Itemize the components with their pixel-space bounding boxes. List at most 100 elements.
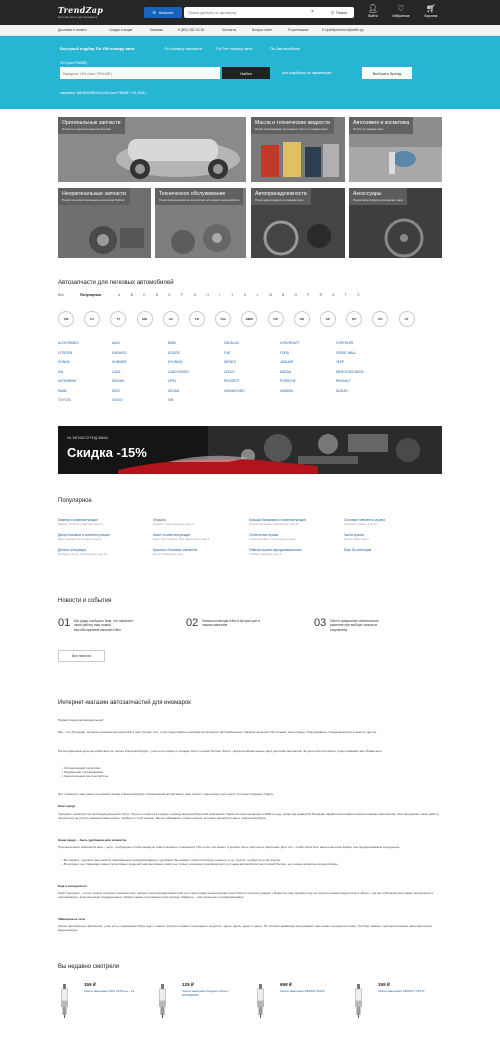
topnav-email[interactable]: Е.приобретатель@мейл.ру (322, 28, 364, 32)
brand-link[interactable]: NISSAN (112, 379, 124, 383)
brand-link[interactable]: HONDA (58, 360, 70, 364)
brand-logo[interactable]: PG (372, 311, 389, 327)
brand-link[interactable]: SEAT (112, 389, 120, 393)
brand-link[interactable]: SKODA (168, 389, 179, 393)
catalog-button[interactable]: ☰ Каталог (144, 7, 182, 18)
brand-link[interactable]: HUMMER (112, 360, 126, 364)
clear-icon[interactable]: × (311, 9, 314, 15)
brand-link[interactable]: MAZDA (280, 370, 291, 374)
brand-link[interactable]: CHEVROLET (280, 341, 299, 345)
brand-logo[interactable]: MB (136, 311, 153, 327)
alphabet-letter[interactable]: K (244, 293, 246, 297)
brand-link[interactable]: DAEWOO (112, 351, 127, 355)
brand-logo[interactable]: AU (162, 311, 179, 327)
recent-name[interactable]: Свеча зажигания DENSO IKH20 (280, 989, 340, 994)
cart-button[interactable]: 🛒︎ Корзина (420, 4, 442, 18)
recent-card[interactable]: 698 ₽ Свеча зажигания DENSO IKH20 (254, 980, 348, 1022)
brand-link[interactable]: SUZUKI (336, 389, 348, 393)
brand-link[interactable]: FIAT (224, 351, 231, 355)
tab-vehicle[interactable]: По Автомобилю (270, 46, 300, 51)
brand-link[interactable]: BMW (168, 341, 176, 345)
popular-item[interactable]: Обвесы кузова аэродинамические (249, 548, 302, 552)
brand-link[interactable]: GREAT WALL (336, 351, 356, 355)
tile-nonoriginal-parts[interactable]: Неоригинальные запчасти Поиск по неоригин… (58, 188, 151, 258)
popular-item[interactable]: Крылья и боковые элементы (153, 548, 197, 552)
popular-item[interactable]: Части кузова (344, 533, 364, 537)
brand-link[interactable]: JEEP (336, 360, 344, 364)
vin-find-button[interactable]: Найти (222, 67, 270, 79)
promo-banner[interactable]: НА ЗАПЧАСТИ ПОД ЗАКАЗ Скидка -15% (58, 426, 442, 474)
alphabet-letter[interactable]: D (156, 293, 158, 297)
brand-logo[interactable]: MT (346, 311, 363, 327)
brand-link[interactable]: VW (168, 398, 173, 402)
brand-logo[interactable]: TY (110, 311, 127, 327)
alphabet-letter[interactable]: N (282, 293, 284, 297)
brand-link[interactable]: INFINITI (224, 360, 236, 364)
brand-link[interactable]: MITSUBISHI (58, 379, 76, 383)
alphabet-letter[interactable]: J (231, 293, 233, 297)
alphabet-letter[interactable]: P (307, 293, 309, 297)
tile-maintenance[interactable]: Техническое обслуживание Поиск расходнико… (155, 188, 246, 258)
brand-link[interactable]: DODGE (168, 351, 180, 355)
recent-name[interactable]: Свеча зажигания DENSO TV16TT (378, 989, 438, 994)
brand-logo[interactable]: CT (398, 311, 415, 327)
brand-link[interactable]: FORD (280, 351, 289, 355)
alphabet-letter[interactable]: R (320, 293, 322, 297)
recent-name[interactable]: Свеча зажигания Peugeot-Citroen 96762891… (182, 989, 242, 998)
brand-logo[interactable]: SK (320, 311, 336, 327)
choose-brand-button[interactable]: Выбрать бренд (362, 67, 412, 79)
alphabet-letter[interactable]: Все (58, 293, 64, 297)
recent-card[interactable]: 155 ₽ Свеча зажигания NGK 1578 ecu - 19 (58, 980, 152, 1022)
brand-link[interactable]: LADA (112, 370, 120, 374)
vin-input[interactable] (60, 67, 220, 79)
tile-oils[interactable]: Масла и технические жидкости Поиск расход… (251, 117, 345, 182)
alphabet-letter[interactable]: T (345, 293, 347, 297)
alphabet-letter[interactable]: E (168, 293, 170, 297)
brand-link[interactable]: SUBARU (280, 389, 293, 393)
topnav-invite[interactable]: Я приглашаю (288, 28, 309, 32)
brand-link[interactable]: SAAB (58, 389, 67, 393)
all-news-button[interactable]: Все новости (58, 650, 105, 662)
tile-car-accessories[interactable]: Автопринадлежности Поиск аксессуаров по п… (251, 188, 345, 258)
brand-link[interactable]: ALFA ROMEO (58, 341, 79, 345)
news-item[interactable]: Новая коллекция Kähn's Шторм уже в нашем… (202, 619, 262, 628)
recent-name[interactable]: Свеча зажигания NGK 1578 ecu - 19 (84, 989, 144, 994)
brand-link[interactable]: CADILLAC (224, 341, 240, 345)
alphabet-letter[interactable]: I (219, 293, 220, 297)
alphabet-letter[interactable]: M (269, 293, 272, 297)
brand-link[interactable]: JAGUAR (280, 360, 293, 364)
search-button[interactable]: ⚲ Поиск (324, 7, 354, 18)
brand-link[interactable]: PORSCHE (280, 379, 296, 383)
topnav-sales[interactable]: Скидки и акции (109, 28, 132, 32)
popular-item[interactable]: Еще 18 категорий (344, 548, 371, 552)
popular-item[interactable]: Остекление кузова (249, 533, 278, 537)
alphabet-letter[interactable]: Популярные (80, 293, 101, 297)
popular-item[interactable]: Бампер и комплектующие (58, 518, 98, 522)
popular-item[interactable]: Крышка багажника и комплектующие (249, 518, 306, 522)
brand-link[interactable]: SSANGYONG (224, 389, 245, 393)
popular-item[interactable]: Двери боковые и комплектующие (58, 533, 110, 537)
tab-part-number[interactable]: По Номеру запчасти (164, 46, 202, 51)
popular-item[interactable]: Силовые элементы кузова (344, 518, 385, 522)
brand-logo[interactable]: KIA (215, 311, 232, 327)
tab-reg-number[interactable]: По Рег номеру авто (216, 46, 252, 51)
news-item[interactable]: Kähn's предлагает комплексное решение пр… (330, 619, 390, 632)
brand-link[interactable]: AUDI (112, 341, 120, 345)
brand-link[interactable]: PEUGEOT (224, 379, 240, 383)
alphabet-letter[interactable]: C (143, 293, 145, 297)
brand-link[interactable]: KIA (58, 370, 63, 374)
brand-link[interactable]: OPEL (168, 379, 177, 383)
recent-card[interactable]: 159 ₽ Свеча зажигания DENSO TV16TT (352, 980, 446, 1022)
alphabet-letter[interactable]: S (332, 293, 334, 297)
logo[interactable]: TrendZap (58, 5, 103, 15)
alphabet-letter[interactable]: B (131, 293, 133, 297)
alphabet-letter[interactable]: A (118, 293, 120, 297)
brand-link[interactable]: CITROEN (58, 351, 72, 355)
tile-original-parts[interactable]: Оригинальные запчасти Поиск по оригинальн… (58, 117, 246, 182)
topnav-faq[interactable]: Вопрос-ответ (252, 28, 272, 32)
news-item[interactable]: Мы рады сообщить Вам, что начинает свою … (74, 619, 134, 632)
alphabet-letter[interactable]: O (294, 293, 297, 297)
brand-logo[interactable]: OP (267, 311, 284, 327)
tile-autochemistry[interactable]: Автохимия и косметика Поиск по параметрам (349, 117, 442, 182)
brand-link[interactable]: HYUNDAI (168, 360, 182, 364)
